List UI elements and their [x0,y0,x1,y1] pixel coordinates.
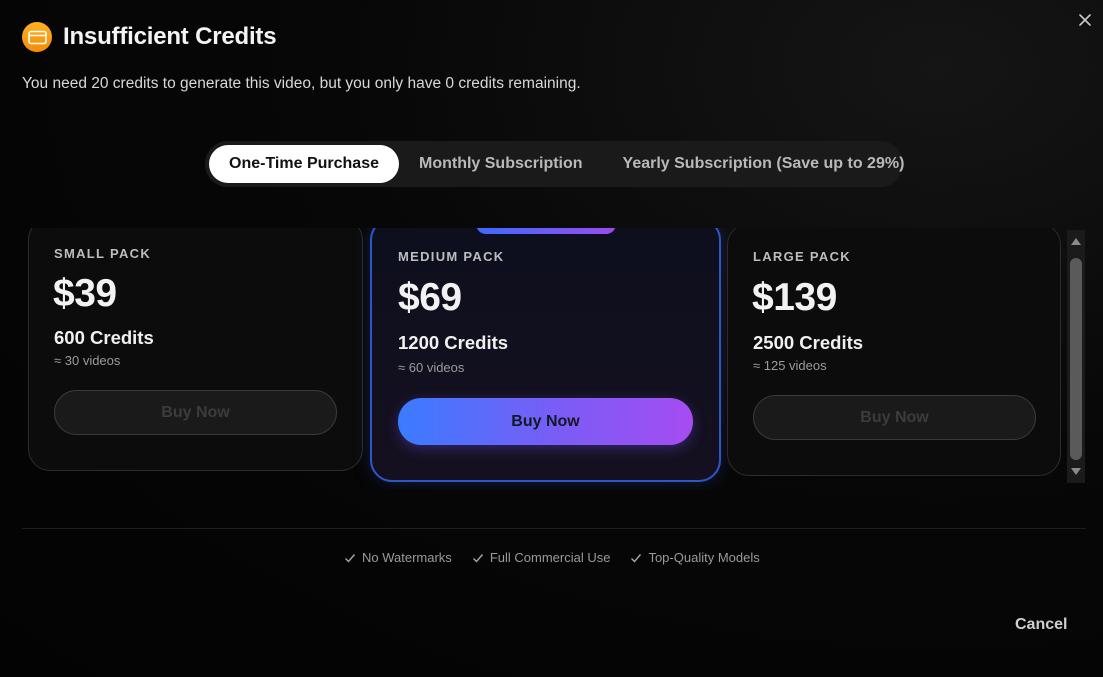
feature-item: Top-Quality Models [630,550,760,565]
feature-label: No Watermarks [362,550,452,565]
tab-one-time-purchase[interactable]: One-Time Purchase [209,145,399,183]
close-button[interactable] [1074,9,1096,31]
divider [22,528,1086,529]
buy-now-button[interactable]: Buy Now [398,398,693,445]
pack-videos: ≈ 125 videos [753,358,827,373]
pack-price: $139 [752,276,837,319]
credit-card-icon [22,22,52,52]
feature-item: Full Commercial Use [472,550,611,565]
pack-price: $69 [398,276,462,319]
insufficient-credits-dialog: Insufficient Credits You need 20 credits… [0,0,1103,677]
scroll-up-icon[interactable] [1070,236,1082,246]
buy-now-button[interactable]: Buy Now [753,395,1036,440]
large-pack-card: LARGE PACK $139 2500 Credits ≈ 125 video… [727,228,1061,476]
feature-label: Full Commercial Use [489,550,611,565]
check-icon [631,553,642,563]
pack-price: $39 [53,272,117,315]
pack-name: SMALL PACK [54,246,152,261]
scroll-down-icon[interactable] [1070,467,1082,477]
tab-monthly-subscription[interactable]: Monthly Subscription [399,145,603,183]
scrollbar-thumb[interactable] [1070,258,1082,460]
pack-credits: 1200 Credits [398,332,509,353]
pack-credits: 600 Credits [54,327,154,348]
pack-videos: ≈ 60 videos [398,360,465,375]
pack-videos: ≈ 30 videos [54,353,121,368]
cancel-button[interactable]: Cancel [1005,612,1077,638]
check-icon [345,553,356,563]
pack-name: LARGE PACK [753,249,851,264]
popular-badge [476,228,616,234]
check-icon [472,553,483,563]
close-icon [1079,14,1091,26]
pack-name: MEDIUM PACK [398,249,505,264]
cards-scrollbar[interactable] [1067,230,1085,483]
medium-pack-card: MEDIUM PACK $69 1200 Credits ≈ 60 videos… [370,228,721,482]
pack-credits: 2500 Credits [753,332,864,353]
buy-now-button[interactable]: Buy Now [54,390,337,435]
purchase-type-tabs: One-Time Purchase Monthly Subscription Y… [205,141,904,187]
dialog-subtitle: You need 20 credits to generate this vid… [22,75,581,92]
dialog-header: Insufficient Credits [22,22,277,52]
pricing-cards: SMALL PACK $39 600 Credits ≈ 30 videos B… [22,228,1065,490]
feature-list: No Watermarks Full Commercial Use Top-Qu… [344,550,760,565]
feature-item: No Watermarks [344,550,452,565]
dialog-title: Insufficient Credits [63,23,277,50]
feature-label: Top-Quality Models [648,550,760,565]
small-pack-card: SMALL PACK $39 600 Credits ≈ 30 videos B… [28,228,363,471]
tab-yearly-subscription[interactable]: Yearly Subscription (Save up to 29%) [603,145,925,183]
